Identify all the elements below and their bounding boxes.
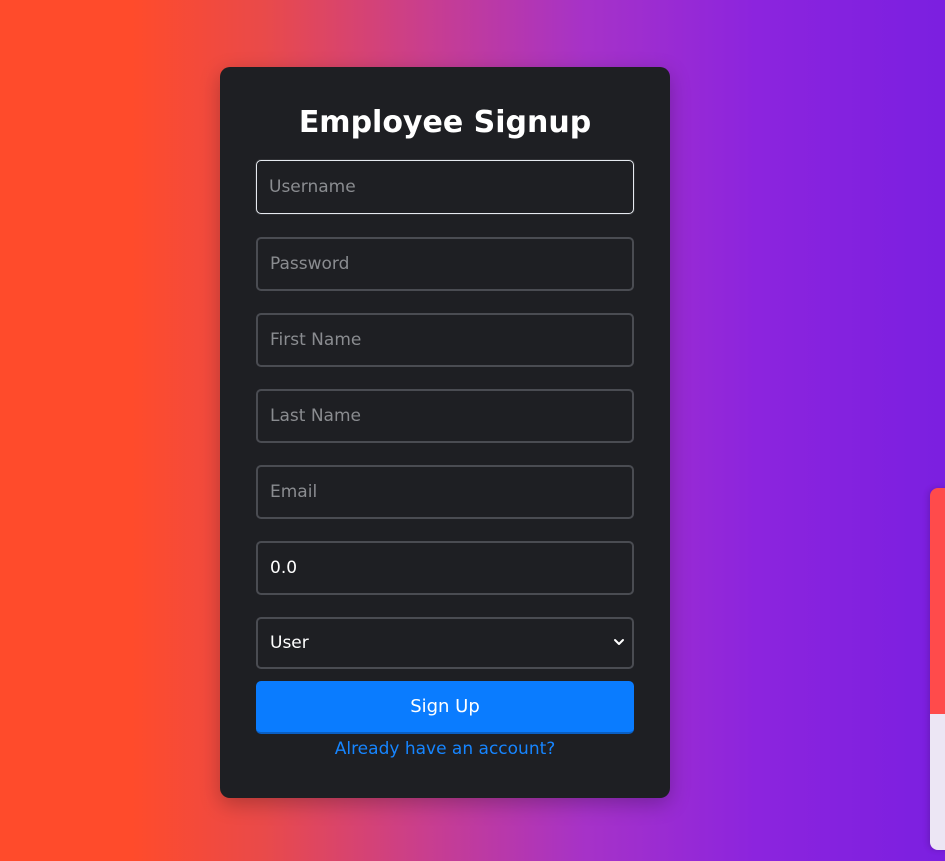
salary-input[interactable] [256, 541, 634, 595]
signup-button[interactable]: Sign Up [256, 681, 634, 734]
password-input[interactable] [256, 237, 634, 291]
role-select-wrapper: User [256, 617, 634, 669]
page-title: Employee Signup [298, 105, 592, 140]
side-panel-edge [930, 488, 945, 850]
username-input[interactable] [256, 160, 634, 214]
signup-card: Employee Signup User Sign Up Already hav… [220, 67, 670, 798]
last-name-input[interactable] [256, 389, 634, 443]
role-select[interactable]: User [256, 617, 634, 669]
first-name-input[interactable] [256, 313, 634, 367]
side-panel-top [930, 488, 945, 714]
email-input[interactable] [256, 465, 634, 519]
login-link[interactable]: Already have an account? [220, 737, 670, 761]
side-panel-bottom [930, 714, 945, 850]
